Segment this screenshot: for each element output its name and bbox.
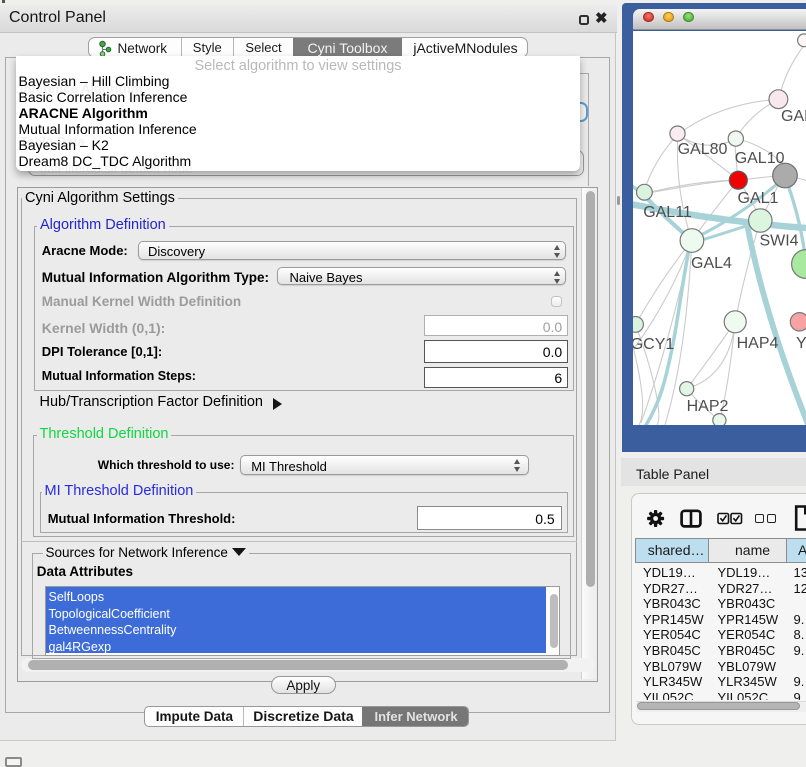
- svg-text:GAL80: GAL80: [678, 141, 728, 158]
- svg-text:GAL1: GAL1: [738, 190, 779, 207]
- svg-text:HAP4: HAP4: [737, 335, 779, 352]
- svg-text:YM: YM: [796, 335, 806, 352]
- svg-text:GCY1: GCY1: [633, 336, 674, 353]
- svg-text:GAL7: GAL7: [781, 108, 806, 125]
- svg-text:GAL4: GAL4: [691, 255, 732, 272]
- svg-text:SWI4: SWI4: [759, 233, 798, 250]
- svg-text:GAL11: GAL11: [643, 204, 692, 221]
- svg-text:HAP2: HAP2: [687, 398, 729, 415]
- svg-text:GAL10: GAL10: [735, 150, 785, 167]
